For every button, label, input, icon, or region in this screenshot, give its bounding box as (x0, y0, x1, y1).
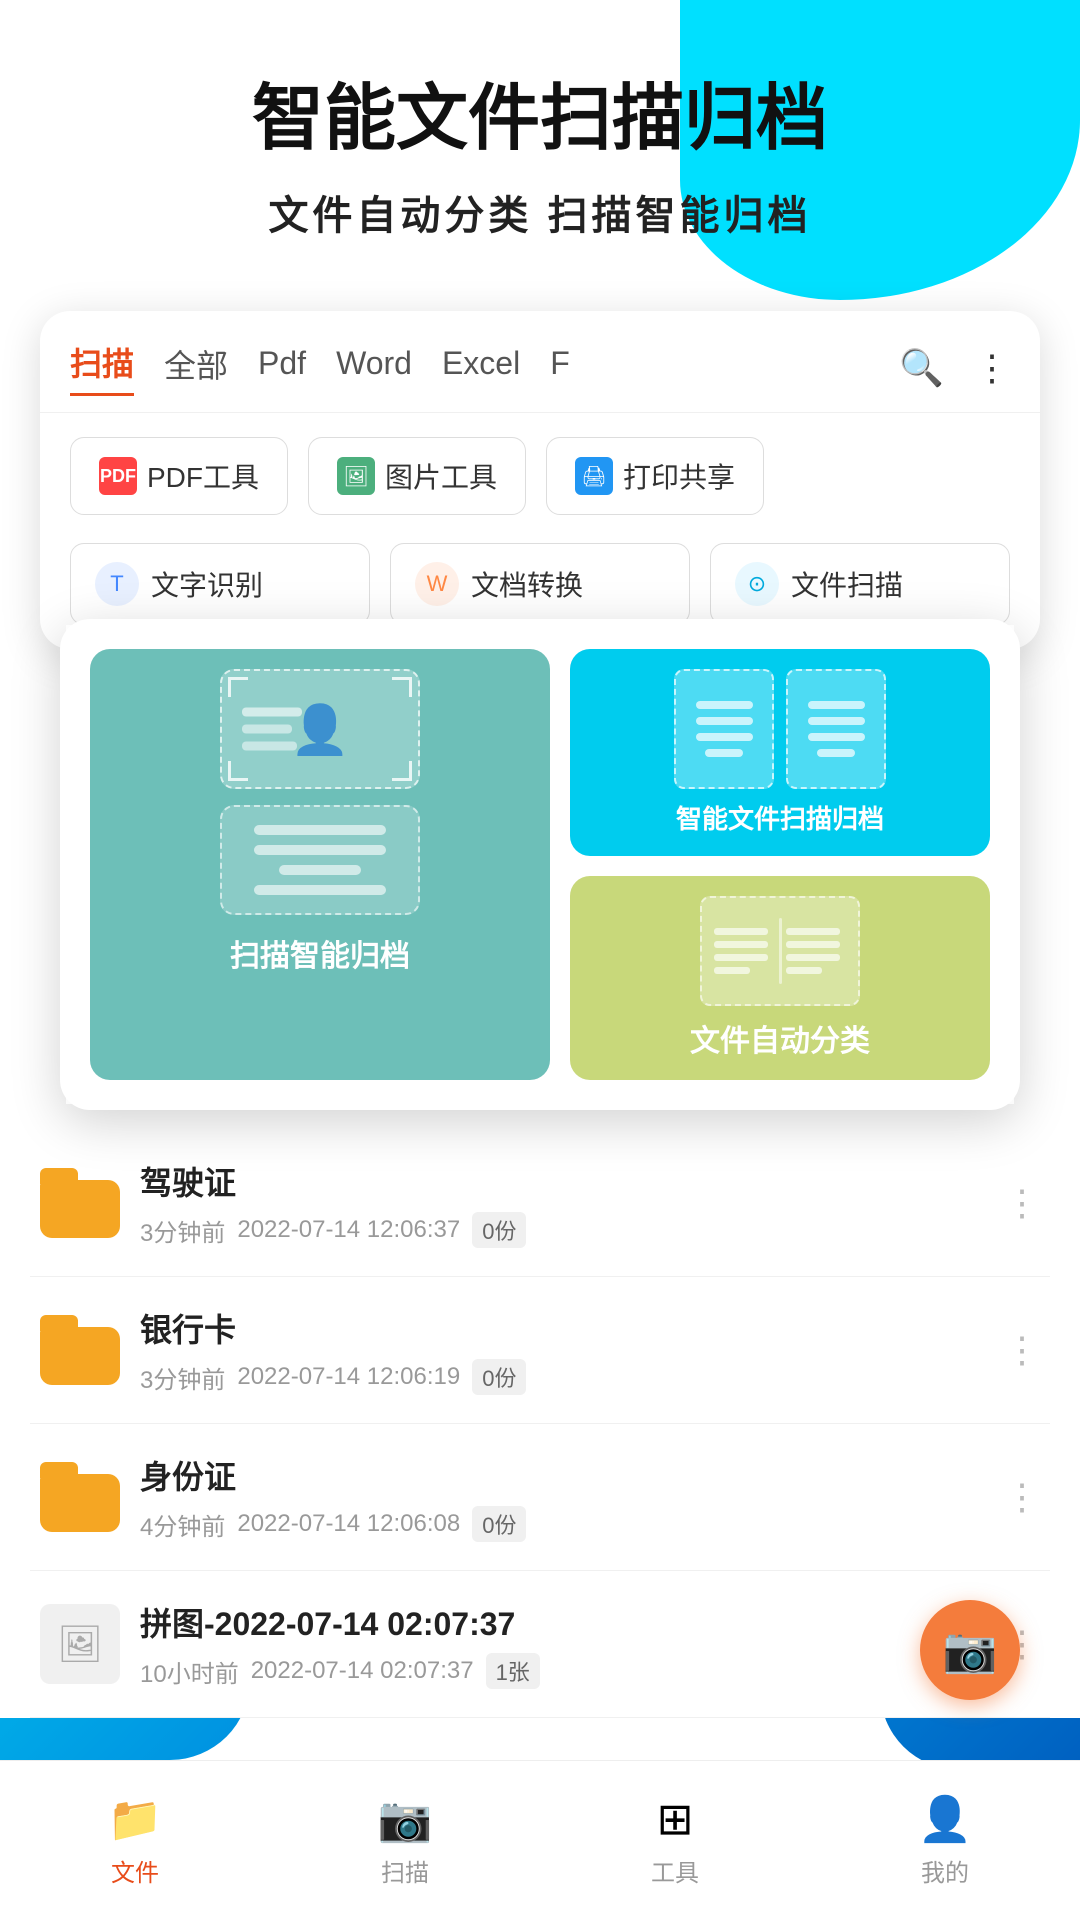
tab-scan[interactable]: 扫描 (70, 339, 134, 396)
nav-mine-label: 我的 (921, 1853, 969, 1888)
file-time: 10小时前 (140, 1654, 239, 1689)
hero-section: 智能文件扫描归档 文件自动分类 扫描智能归档 (0, 0, 1080, 281)
file-info-jiashizheng: 驾驶证 3分钟前 2022-07-14 12:06:37 0份 (140, 1158, 984, 1248)
file-meta: 3分钟前 2022-07-14 12:06:37 0份 (140, 1212, 984, 1248)
nav-files[interactable]: 📁 文件 (0, 1761, 270, 1920)
camera-icon: 📷 (943, 1624, 998, 1676)
file-meta: 10小时前 2022-07-14 02:07:37 1张 (140, 1653, 984, 1689)
file-list: 驾驶证 3分钟前 2022-07-14 12:06:37 0份 ⋮ 银行卡 3分… (0, 1130, 1080, 1718)
text-recognition-icon: T (95, 562, 139, 606)
tools-nav-icon: ⊞ (657, 1794, 694, 1845)
nav-scan-label: 扫描 (381, 1853, 429, 1888)
file-info-pintu: 拼图-2022-07-14 02:07:37 10小时前 2022-07-14 … (140, 1599, 984, 1689)
pdf-tool-button[interactable]: PDF PDF工具 (70, 437, 288, 515)
scan-nav-icon: 📷 (378, 1793, 433, 1845)
file-count: 0份 (472, 1506, 526, 1542)
file-item[interactable]: 驾驶证 3分钟前 2022-07-14 12:06:37 0份 ⋮ (30, 1130, 1050, 1277)
tab-bar: 扫描 全部 Pdf Word Excel F 🔍 ⋮ (40, 311, 1040, 413)
doc-mock-2 (786, 669, 886, 789)
doc-pair (674, 669, 886, 789)
file-date: 2022-07-14 12:06:19 (237, 1363, 460, 1391)
scan-archive-label: 扫描智能归档 (230, 931, 410, 975)
file-time: 3分钟前 (140, 1360, 225, 1395)
scan-archive-option[interactable]: 👤 扫描智能归档 (90, 649, 550, 1080)
doc-convert-button[interactable]: W 文档转换 (390, 543, 690, 625)
camera-fab[interactable]: 📷 (920, 1600, 1020, 1700)
doc-mock-1 (674, 669, 774, 789)
print-tool-button[interactable]: 🖨 打印共享 (546, 437, 764, 515)
nav-scan[interactable]: 📷 扫描 (270, 1761, 540, 1920)
file-scan-button[interactable]: ⊙ 文件扫描 (710, 543, 1010, 625)
file-name: 驾驶证 (140, 1158, 984, 1204)
book-mock (700, 896, 860, 1006)
more-icon[interactable]: ⋮ (974, 347, 1010, 389)
tab-all[interactable]: 全部 (164, 341, 228, 395)
doc-convert-label: 文档转换 (471, 564, 583, 604)
files-icon: 📁 (108, 1793, 163, 1845)
image-tool-label: 图片工具 (385, 456, 497, 496)
file-time: 3分钟前 (140, 1213, 225, 1248)
scan-options-card: 👤 扫描智能归档 (60, 619, 1020, 1110)
doc-convert-icon: W (415, 562, 459, 606)
more-options-icon[interactable]: ⋮ (1004, 1476, 1040, 1518)
tab-f[interactable]: F (550, 345, 570, 390)
doc-card-mock (220, 805, 420, 915)
print-tool-label: 打印共享 (623, 456, 735, 496)
file-item[interactable]: 🖼 拼图-2022-07-14 02:07:37 10小时前 2022-07-1… (30, 1571, 1050, 1718)
file-name: 拼图-2022-07-14 02:07:37 (140, 1599, 984, 1645)
tools-row: PDF PDF工具 🖼 图片工具 🖨 打印共享 (40, 413, 1040, 531)
file-date: 2022-07-14 12:06:37 (237, 1216, 460, 1244)
tab-pdf[interactable]: Pdf (258, 345, 306, 390)
pdf-icon: PDF (99, 457, 137, 495)
file-name: 身份证 (140, 1452, 984, 1498)
auto-classify-label: 文件自动分类 (690, 1016, 870, 1060)
print-icon: 🖨 (575, 457, 613, 495)
file-info-yinhangka: 银行卡 3分钟前 2022-07-14 12:06:19 0份 (140, 1305, 984, 1395)
file-date: 2022-07-14 12:06:08 (237, 1510, 460, 1538)
folder-icon-jiashizheng (40, 1168, 120, 1238)
nav-mine[interactable]: 👤 我的 (810, 1761, 1080, 1920)
tab-word[interactable]: Word (336, 345, 412, 390)
search-icon[interactable]: 🔍 (899, 347, 944, 389)
file-meta: 3分钟前 2022-07-14 12:06:19 0份 (140, 1359, 984, 1395)
mine-nav-icon: 👤 (918, 1793, 973, 1845)
text-recognition-button[interactable]: T 文字识别 (70, 543, 370, 625)
file-item[interactable]: 银行卡 3分钟前 2022-07-14 12:06:19 0份 ⋮ (30, 1277, 1050, 1424)
tab-excel[interactable]: Excel (442, 345, 520, 390)
pdf-tool-label: PDF工具 (147, 456, 259, 496)
scan-right-column: 智能文件扫描归档 文件自动分类 (570, 649, 990, 1080)
file-count: 0份 (472, 1212, 526, 1248)
folder-icon-yinhangka (40, 1315, 120, 1385)
nav-files-label: 文件 (111, 1853, 159, 1888)
id-card-mock: 👤 (220, 669, 420, 789)
file-count: 0份 (472, 1359, 526, 1395)
file-scan-label: 文件扫描 (791, 564, 903, 604)
file-item[interactable]: 身份证 4分钟前 2022-07-14 12:06:08 0份 ⋮ (30, 1424, 1050, 1571)
more-options-icon[interactable]: ⋮ (1004, 1182, 1040, 1224)
file-time: 4分钟前 (140, 1507, 225, 1542)
more-options-icon[interactable]: ⋮ (1004, 1329, 1040, 1371)
smart-scan-label: 智能文件扫描归档 (676, 799, 884, 836)
bottom-nav: 📁 文件 📷 扫描 ⊞ 工具 👤 我的 (0, 1760, 1080, 1920)
file-count: 1张 (486, 1653, 540, 1689)
nav-tools-label: 工具 (651, 1853, 699, 1888)
image-icon: 🖼 (337, 457, 375, 495)
hero-title: 智能文件扫描归档 (60, 80, 1020, 159)
folder-icon-shenfenzheng (40, 1462, 120, 1532)
file-meta: 4分钟前 2022-07-14 12:06:08 0份 (140, 1506, 984, 1542)
file-info-shenfenzheng: 身份证 4分钟前 2022-07-14 12:06:08 0份 (140, 1452, 984, 1542)
auto-classify-option[interactable]: 文件自动分类 (570, 876, 990, 1080)
file-thumbnail-pintu: 🖼 (40, 1604, 120, 1684)
app-card: 扫描 全部 Pdf Word Excel F 🔍 ⋮ PDF PDF工具 🖼 图… (40, 311, 1040, 649)
file-date: 2022-07-14 02:07:37 (251, 1657, 474, 1685)
file-name: 银行卡 (140, 1305, 984, 1351)
nav-tools[interactable]: ⊞ 工具 (540, 1761, 810, 1920)
file-scan-icon: ⊙ (735, 562, 779, 606)
hero-subtitle: 文件自动分类 扫描智能归档 (60, 183, 1020, 241)
image-tool-button[interactable]: 🖼 图片工具 (308, 437, 526, 515)
smart-scan-option[interactable]: 智能文件扫描归档 (570, 649, 990, 856)
text-recognition-label: 文字识别 (151, 564, 263, 604)
